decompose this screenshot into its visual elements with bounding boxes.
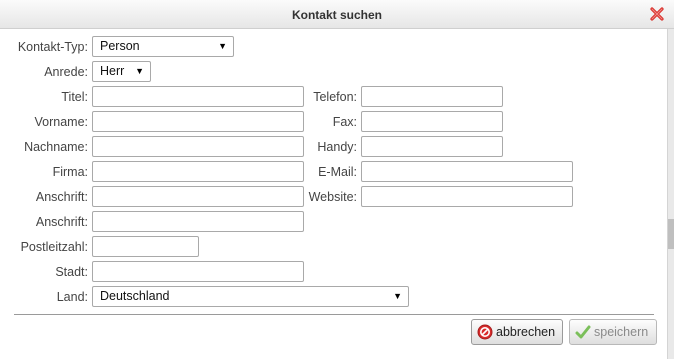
cancel-button[interactable]: abbrechen bbox=[471, 319, 563, 345]
dialog-titlebar: Kontakt suchen bbox=[0, 0, 674, 29]
anrede-select[interactable]: Herr ▼ bbox=[92, 61, 151, 82]
anrede-value: Herr bbox=[100, 64, 125, 78]
cancel-button-label: abbrechen bbox=[496, 325, 556, 339]
telefon-input[interactable] bbox=[361, 86, 503, 107]
chevron-down-icon: ▼ bbox=[218, 41, 227, 51]
postleitzahl-input[interactable] bbox=[92, 236, 199, 257]
nachname-label: Nachname: bbox=[24, 140, 88, 154]
fax-label: Fax: bbox=[332, 115, 357, 129]
kontakt-typ-label: Kontakt-Typ: bbox=[17, 40, 88, 54]
vorname-label: Vorname: bbox=[34, 115, 88, 129]
cancel-icon bbox=[477, 324, 493, 340]
anschrift-2-input[interactable] bbox=[92, 211, 304, 232]
handy-label: Handy: bbox=[317, 140, 357, 154]
telefon-label: Telefon: bbox=[313, 90, 357, 104]
anschrift-1-label: Anschrift: bbox=[35, 190, 88, 204]
handy-input[interactable] bbox=[361, 136, 503, 157]
anschrift-1-input[interactable] bbox=[92, 186, 304, 207]
email-input[interactable] bbox=[361, 161, 573, 182]
kontakt-typ-value: Person bbox=[100, 39, 140, 53]
land-select[interactable]: Deutschland ▼ bbox=[92, 286, 409, 307]
land-label: Land: bbox=[56, 290, 88, 304]
anrede-label: Anrede: bbox=[44, 65, 88, 79]
email-label: E-Mail: bbox=[318, 165, 357, 179]
save-button-label: speichern bbox=[594, 325, 649, 339]
postleitzahl-label: Postleitzahl: bbox=[20, 240, 88, 254]
firma-input[interactable] bbox=[92, 161, 304, 182]
vorname-input[interactable] bbox=[92, 111, 304, 132]
chevron-down-icon: ▼ bbox=[135, 66, 144, 76]
dialog-title: Kontakt suchen bbox=[291, 8, 382, 22]
kontakt-typ-select[interactable]: Person ▼ bbox=[92, 36, 234, 57]
titel-label: Titel: bbox=[61, 90, 88, 104]
nachname-input[interactable] bbox=[92, 136, 304, 157]
stadt-input[interactable] bbox=[92, 261, 304, 282]
website-label: Website: bbox=[308, 190, 357, 204]
checkmark-icon bbox=[575, 325, 591, 339]
stadt-label: Stadt: bbox=[55, 265, 88, 279]
anschrift-2-label: Anschrift: bbox=[35, 215, 88, 229]
firma-label: Firma: bbox=[52, 165, 88, 179]
close-icon[interactable] bbox=[649, 6, 665, 22]
chevron-down-icon: ▼ bbox=[393, 291, 402, 301]
save-button[interactable]: speichern bbox=[569, 319, 657, 345]
titel-input[interactable] bbox=[92, 86, 304, 107]
website-input[interactable] bbox=[361, 186, 573, 207]
land-value: Deutschland bbox=[100, 289, 170, 303]
dialog-right-edge bbox=[667, 29, 674, 359]
fax-input[interactable] bbox=[361, 111, 503, 132]
footer-divider bbox=[14, 314, 654, 315]
